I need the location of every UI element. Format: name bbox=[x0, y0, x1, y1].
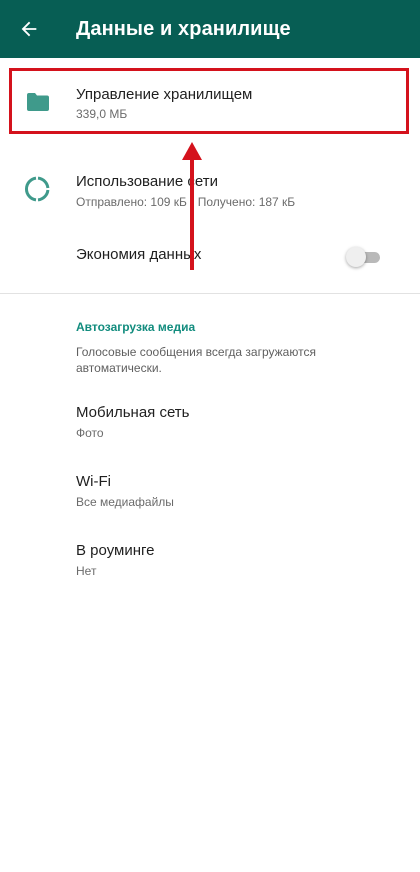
roaming-title: В роуминге bbox=[76, 542, 155, 559]
data-usage-icon bbox=[24, 176, 50, 202]
manage-storage-title: Управление хранилищем bbox=[76, 86, 253, 103]
red-arrow-annotation bbox=[182, 142, 202, 270]
manage-storage-item[interactable]: Управление хранилищем 339,0 МБ bbox=[0, 66, 420, 138]
mobile-data-value: Фото bbox=[76, 426, 104, 440]
media-autodownload-description: Голосовые сообщения всегда загружаются а… bbox=[76, 345, 316, 375]
page-title: Данные и хранилище bbox=[76, 17, 291, 40]
data-saver-toggle[interactable] bbox=[346, 247, 382, 267]
network-usage-item[interactable]: Использование сети Отправлено: 109 кБ • … bbox=[0, 156, 420, 222]
manage-storage-size: 339,0 МБ bbox=[76, 107, 128, 121]
media-autodownload-header: Автозагрузка медиа bbox=[76, 320, 196, 334]
roaming-item[interactable]: В роуминге Нет bbox=[0, 530, 420, 586]
wifi-title: Wi-Fi bbox=[76, 473, 111, 490]
app-bar: Данные и хранилище bbox=[0, 0, 420, 58]
wifi-item[interactable]: Wi-Fi Все медиафайлы bbox=[0, 461, 420, 517]
back-button[interactable] bbox=[0, 0, 58, 58]
wifi-value: Все медиафайлы bbox=[76, 495, 174, 509]
folder-icon bbox=[27, 93, 49, 111]
mobile-data-item[interactable]: Мобильная сеть Фото bbox=[0, 392, 420, 448]
roaming-value: Нет bbox=[76, 564, 97, 578]
toggle-thumb bbox=[346, 247, 366, 267]
arrow-left-icon bbox=[21, 21, 37, 37]
mobile-data-title: Мобильная сеть bbox=[76, 404, 190, 421]
section-divider bbox=[0, 293, 420, 294]
data-saver-item[interactable]: Экономия данных bbox=[0, 230, 420, 282]
